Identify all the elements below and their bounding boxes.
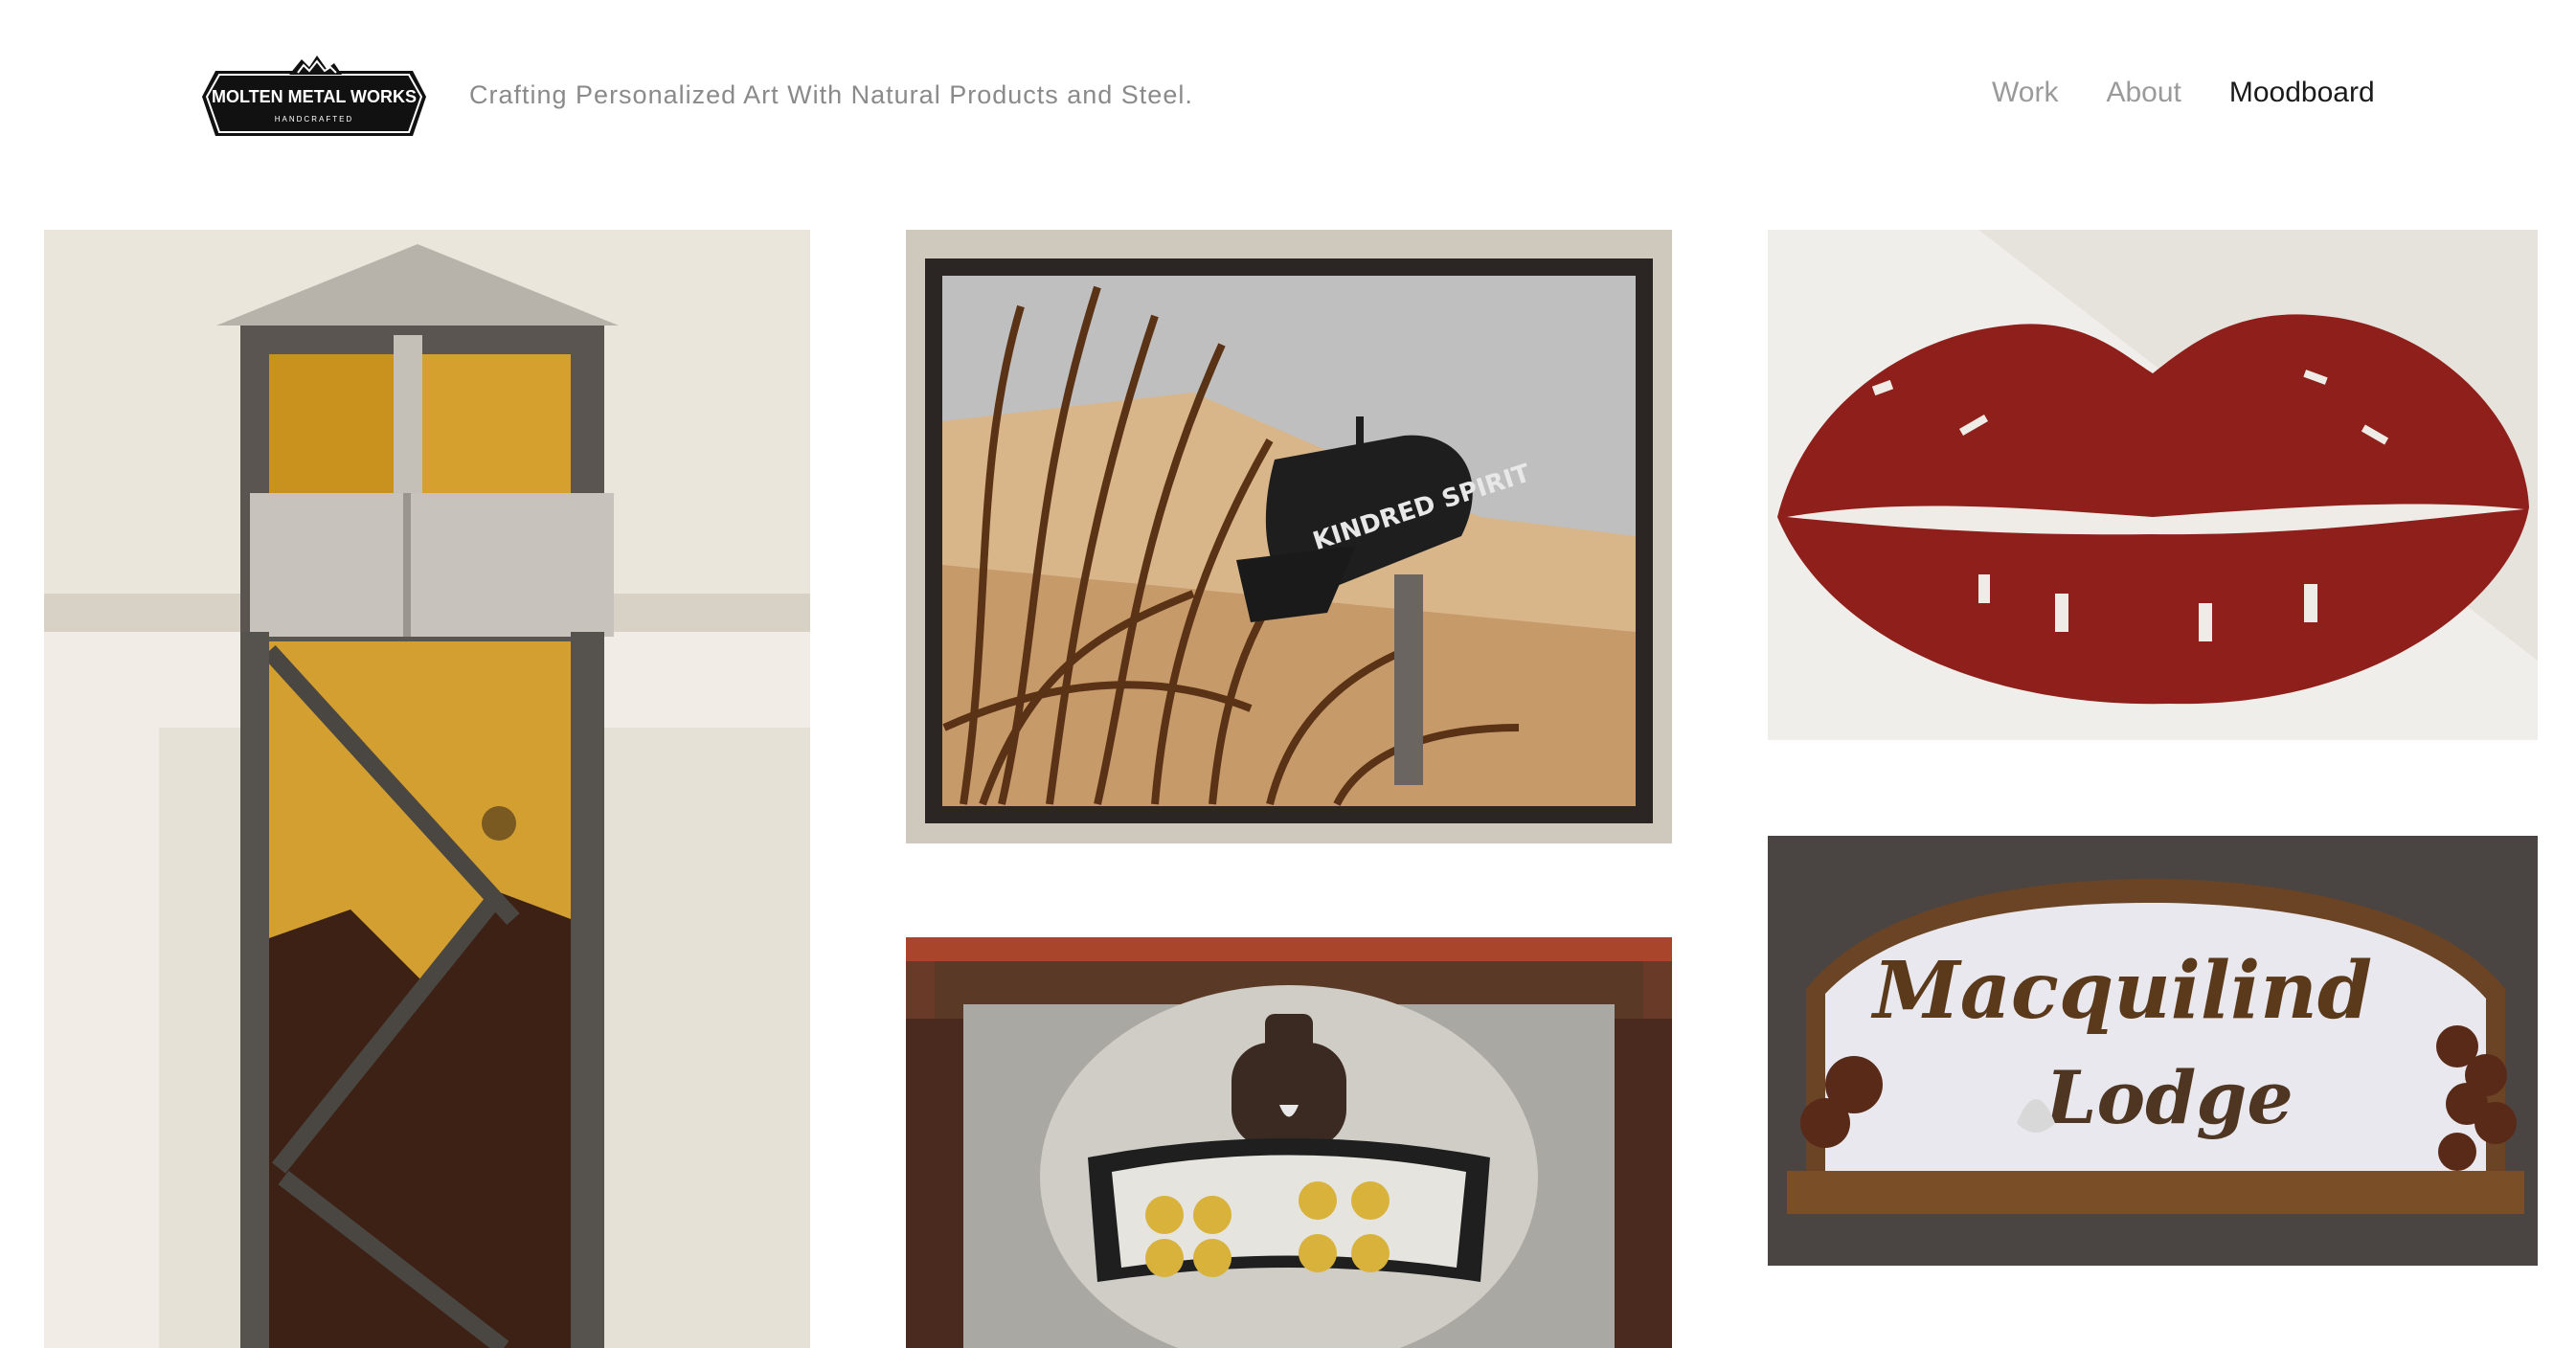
bottle-opener-artwork-image <box>906 937 1672 1348</box>
lodge-sign-text-line1: Macquilind <box>1870 945 2372 1037</box>
molten-metal-works-logo: MOLTEN METAL WORKS HANDCRAFTED <box>202 56 426 136</box>
nav-item-work[interactable]: Work <box>1992 77 2058 109</box>
logo-title-text: MOLTEN METAL WORKS <box>212 87 417 106</box>
main-nav: Work About Moodboard <box>1992 77 2375 109</box>
mailbox-artwork-image: KINDRED SPIRIT <box>906 230 1672 843</box>
nav-item-about[interactable]: About <box>2106 77 2181 109</box>
site-logo[interactable]: MOLTEN METAL WORKS HANDCRAFTED <box>198 50 430 144</box>
nav-item-moodboard[interactable]: Moodboard <box>2229 77 2375 109</box>
gallery-image-bottle-opener[interactable] <box>906 937 1672 1348</box>
lodge-sign-text-line2: Lodge <box>2044 1055 2294 1140</box>
gallery-image-mailbox[interactable]: KINDRED SPIRIT <box>906 230 1672 843</box>
gallery-image-tower[interactable] <box>44 230 810 1348</box>
site-header: MOLTEN METAL WORKS HANDCRAFTED Crafting … <box>0 0 2576 191</box>
tower-artwork-image <box>44 230 810 1348</box>
site-tagline: Crafting Personalized Art With Natural P… <box>469 80 1193 109</box>
lodge-sign-artwork-image: Macquilind Lodge <box>1768 836 2538 1266</box>
gallery-image-lips[interactable] <box>1768 230 2538 740</box>
lips-artwork-image <box>1768 230 2538 740</box>
gallery-image-lodge-sign[interactable]: Macquilind Lodge <box>1768 836 2538 1266</box>
logo-subtitle-text: HANDCRAFTED <box>275 115 353 124</box>
